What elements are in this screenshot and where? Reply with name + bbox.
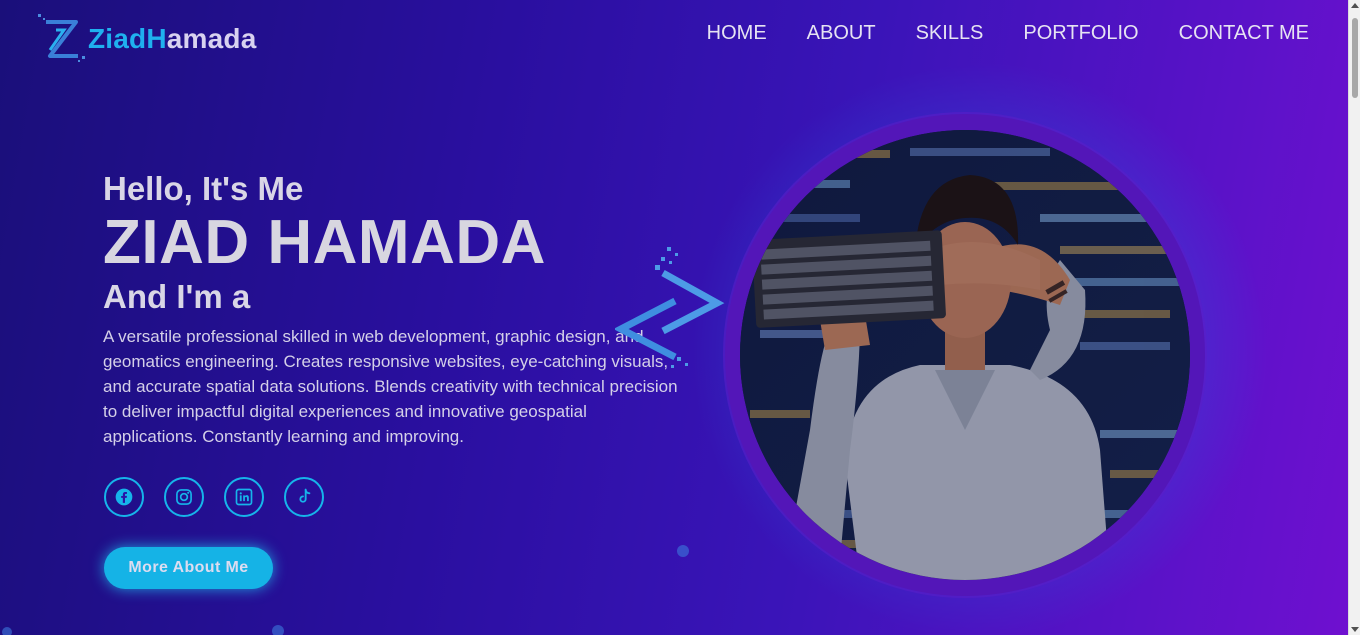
tiktok-link[interactable] <box>284 477 324 517</box>
tiktok-icon <box>299 488 311 503</box>
logo-mark-icon <box>38 14 85 62</box>
nav-item-portfolio[interactable]: PORTFOLIO <box>1023 20 1138 45</box>
instagram-icon <box>176 489 192 505</box>
nav-item-home[interactable]: HOME <box>707 20 767 45</box>
scrollbar-thumb[interactable] <box>1352 18 1358 98</box>
brand-name: ZiadHamada <box>88 23 257 54</box>
facebook-link[interactable] <box>104 477 144 517</box>
instagram-link[interactable] <box>164 477 204 517</box>
profile-photo-image <box>740 130 1190 580</box>
nav-item-about[interactable]: ABOUT <box>807 20 876 45</box>
scroll-down-icon[interactable] <box>1351 627 1359 632</box>
hero-section: Hello, It's Me ZIAD HAMADA And I'm a A v… <box>103 170 683 449</box>
hero-description: A versatile professional skilled in web … <box>103 327 678 446</box>
page-scrollbar[interactable] <box>1348 0 1360 635</box>
hero-role-prefix: And I'm a <box>103 278 251 315</box>
more-about-me-button[interactable]: More About Me <box>104 547 273 589</box>
brand-logo[interactable]: ZiadHamada <box>36 12 257 66</box>
linkedin-icon <box>235 488 253 506</box>
social-links <box>104 477 324 517</box>
nav-item-contact[interactable]: CONTACT ME <box>1179 20 1309 45</box>
profile-photo <box>740 130 1190 580</box>
main-nav: HOME ABOUT SKILLS PORTFOLIO CONTACT ME <box>707 20 1309 45</box>
scroll-up-icon[interactable] <box>1351 3 1359 8</box>
nav-item-skills[interactable]: SKILLS <box>916 20 984 45</box>
decor-dot <box>272 625 284 635</box>
facebook-icon <box>115 488 133 506</box>
decor-dot <box>677 545 689 557</box>
decor-dot <box>2 627 12 635</box>
hero-greeting: Hello, It's Me <box>103 170 304 207</box>
hero-name: ZIAD HAMADA <box>103 208 546 277</box>
code-brackets-icon <box>615 247 725 368</box>
linkedin-link[interactable] <box>224 477 264 517</box>
